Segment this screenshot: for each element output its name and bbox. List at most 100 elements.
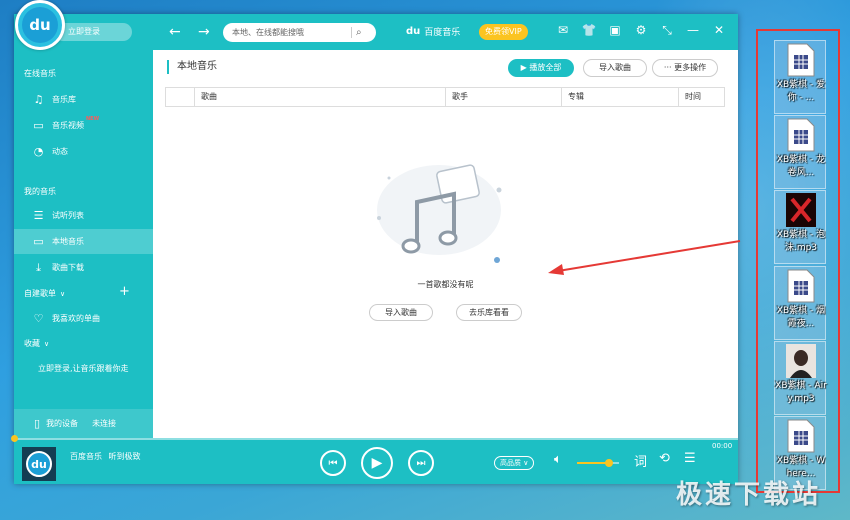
quality-selector[interactable]: 高品质 ∨	[494, 456, 535, 470]
go-library-button[interactable]: 去乐库看看	[456, 304, 522, 321]
playlist-icon[interactable]: ☰	[684, 451, 696, 466]
login-button[interactable]: 立即登录	[54, 23, 132, 41]
tv-icon: ▭	[33, 119, 44, 132]
play-button[interactable]: ▶	[361, 447, 393, 479]
audio-file-icon	[787, 269, 815, 303]
audio-file-icon	[787, 118, 815, 152]
sidebar-item-music-library[interactable]: ♫ 音乐库	[14, 87, 153, 112]
du-logo-icon: du	[22, 7, 58, 43]
sidebar-item-trial-list[interactable]: ☰ 试听列表	[14, 203, 153, 228]
desktop-file-item[interactable]: XB紫棋 - 烟霞夜...	[774, 266, 826, 340]
desktop-file-label: XB紫棋 - 爱你 - ...	[776, 80, 826, 103]
section-online-music: 在线音乐	[24, 69, 56, 78]
sidebar-item-music-video[interactable]: ▭ 音乐视频 NEW	[14, 113, 153, 138]
progress-knob[interactable]	[11, 435, 18, 442]
feed-circle-icon: ◔	[33, 145, 44, 158]
song-subtitle: 听到极致	[108, 452, 141, 461]
sidebar-item-label: 本地音乐	[52, 237, 84, 246]
minimize-icon[interactable]: —	[684, 23, 702, 38]
desktop-file-item[interactable]: XB紫棋 - Airy.mp3	[774, 341, 827, 415]
desktop-file-item[interactable]: XB紫棋 - 爱你 - ...	[774, 40, 826, 114]
more-ops-label: 更多操作	[674, 63, 707, 72]
sidebar: 在线音乐 ♫ 音乐库 ▭ 音乐视频 NEW ◔ 动态 我的音乐 ☰ 试听列表 ▭…	[14, 50, 153, 438]
repeat-icon[interactable]: ⟲	[659, 451, 670, 466]
desktop-file-item[interactable]: XB紫棋 - 龙卷风...	[774, 115, 826, 189]
mini-mode-icon[interactable]: ⤡	[658, 23, 676, 38]
add-playlist-icon[interactable]: +	[119, 284, 130, 299]
volume-knob[interactable]	[604, 459, 613, 467]
next-button[interactable]: ⏭	[408, 450, 434, 476]
baidu-music-window: 立即登录 ← → 本地、在线都能搜哦 ⌕ du 百度音乐 免费领VIP ✉ 👕 …	[11, 0, 741, 484]
section-favorites[interactable]: 收藏 ∨	[24, 338, 49, 349]
sidebar-item-local-music[interactable]: ▭ 本地音乐	[14, 229, 153, 254]
mail-icon[interactable]: ✉	[554, 23, 572, 38]
sidebar-item-label: 试听列表	[52, 211, 84, 220]
sidebar-item-feed[interactable]: ◔ 动态	[14, 139, 153, 164]
more-dots-icon: ···	[663, 63, 675, 72]
title-bar: 立即登录 ← → 本地、在线都能搜哦 ⌕ du 百度音乐 免费领VIP ✉ 👕 …	[14, 14, 738, 50]
app-logo[interactable]: du	[15, 0, 65, 50]
volume-slider[interactable]	[577, 459, 619, 467]
device-label: 我的设备	[46, 419, 79, 428]
page-title: 本地音乐	[167, 60, 217, 74]
play-all-button[interactable]: ▶ 播放全部	[508, 59, 574, 77]
progress-bar[interactable]	[11, 435, 738, 442]
time-display: 00:00	[712, 442, 733, 450]
close-icon[interactable]: ✕	[710, 23, 728, 38]
play-icon: ▶	[371, 455, 383, 471]
phone-icon: ▯	[34, 417, 41, 430]
settings-gear-icon[interactable]: ⚙	[632, 23, 650, 38]
skin-shirt-icon[interactable]: 👕	[580, 23, 598, 38]
search-placeholder: 本地、在线都能搜哦	[232, 28, 304, 37]
device-status: 未连接	[92, 419, 117, 428]
column-time[interactable]: 时间	[678, 88, 724, 106]
desktop-file-item[interactable]: XB紫棋 - 泡沫.mp3	[774, 190, 826, 264]
empty-music-illustration	[377, 164, 502, 263]
new-badge: NEW	[86, 116, 100, 122]
lyrics-icon[interactable]: 词	[634, 451, 647, 470]
sidebar-item-favorite-songs[interactable]: ♡ 我喜欢的单曲	[14, 306, 153, 331]
column-song[interactable]: 歌曲	[194, 88, 445, 106]
my-device-bar[interactable]: ▯ 我的设备 未连接	[14, 409, 153, 438]
column-album[interactable]: 专辑	[561, 88, 678, 106]
desktop-file-label: XB紫棋 - 泡沫.mp3	[776, 230, 826, 253]
annotation-arrow	[548, 240, 741, 275]
desktop-file-label: XB紫棋 - 烟霞夜...	[776, 306, 826, 329]
login-hint-link[interactable]: 立即登录,让音乐跟着你走	[38, 363, 129, 374]
search-input[interactable]: 本地、在线都能搜哦 ⌕	[223, 23, 376, 42]
download-icon: ⤓	[36, 260, 41, 274]
forward-arrow-icon[interactable]: →	[198, 24, 210, 40]
more-ops-button[interactable]: ··· 更多操作	[652, 59, 718, 77]
skip-previous-icon: ⏮	[328, 457, 338, 469]
titlebar-icons: ✉ 👕 ▣ ⚙ ⤡ — ✕	[554, 23, 728, 38]
brand-name: 百度音乐	[424, 28, 461, 38]
album-cover[interactable]: du	[22, 447, 56, 481]
search-icon[interactable]: ⌕	[356, 23, 362, 42]
sidebar-item-label: 歌曲下载	[52, 263, 84, 272]
section-label: 收藏	[24, 339, 40, 348]
sidebar-item-label: 我喜欢的单曲	[52, 314, 100, 323]
play-all-label: 播放全部	[529, 63, 562, 72]
empty-state-text: 一首歌都没有呢	[417, 280, 474, 289]
back-arrow-icon[interactable]: ←	[169, 24, 181, 40]
playlist-icon: ☰	[33, 209, 44, 222]
section-custom-playlist[interactable]: 自建歌单 ∨	[24, 288, 65, 299]
du-logo-icon: du	[26, 451, 52, 477]
previous-button[interactable]: ⏮	[320, 450, 346, 476]
import-songs-button[interactable]: 导入歌曲	[583, 59, 647, 77]
column-artist[interactable]: 歌手	[445, 88, 561, 106]
empty-import-button[interactable]: 导入歌曲	[369, 304, 433, 321]
album-photo-icon	[786, 344, 816, 378]
quality-label: 高品质	[500, 459, 521, 467]
song-title: 百度音乐	[70, 452, 102, 461]
album-red-icon	[786, 193, 816, 227]
search-divider	[351, 27, 352, 38]
song-info: 百度音乐 听到极致	[70, 451, 141, 462]
volume-icon[interactable]: 🔈︎	[554, 452, 562, 467]
player-bar: 00:00 du 百度音乐 听到极致 ⏮ ▶ ⏭ 高品质 ∨ 🔈︎ 词 ⟲ ☰	[11, 435, 738, 484]
heart-icon: ♡	[33, 312, 44, 325]
sidebar-item-downloads[interactable]: ⤓ 歌曲下载	[14, 255, 153, 280]
volume-fill	[577, 462, 609, 464]
vip-button[interactable]: 免费领VIP	[479, 24, 528, 40]
toolbox-icon[interactable]: ▣	[606, 23, 624, 38]
